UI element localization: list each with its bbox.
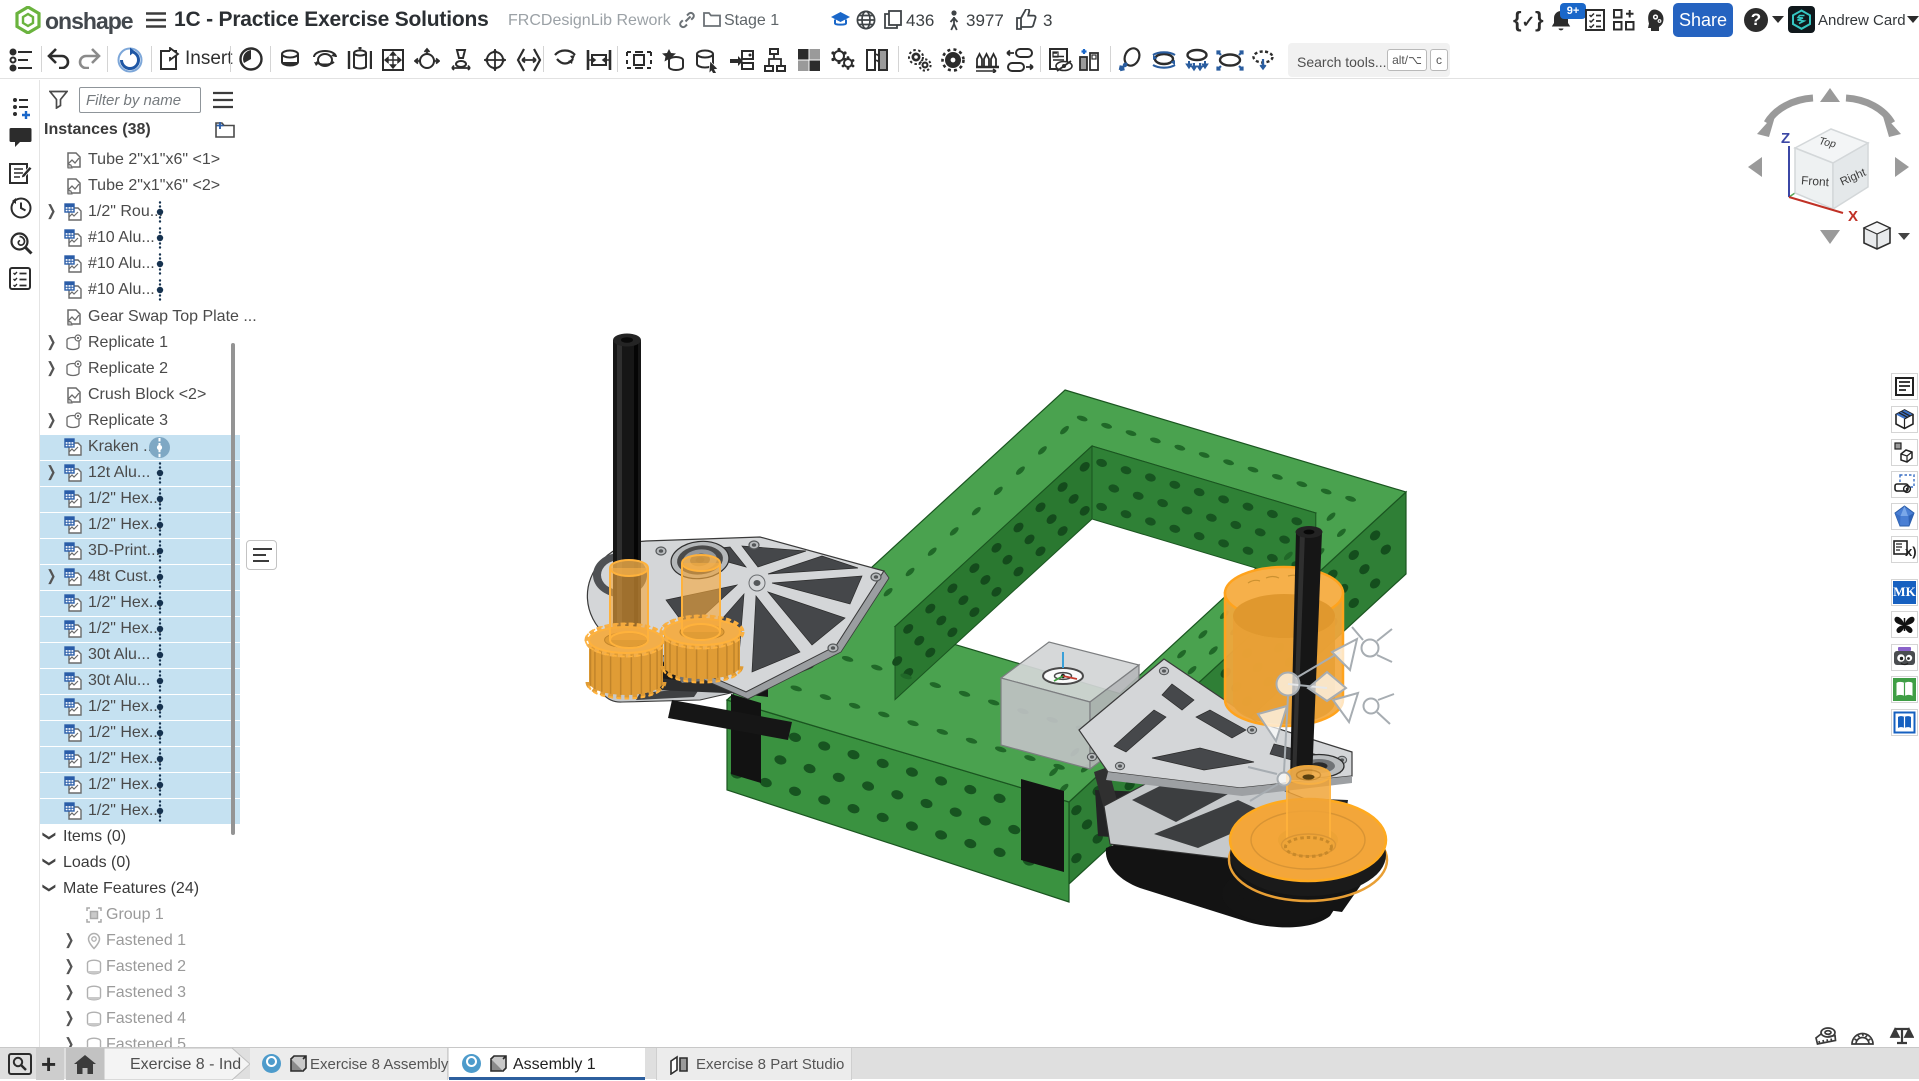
svg-text:X: X — [1848, 208, 1858, 225]
svg-text:Front: Front — [1801, 173, 1831, 189]
svg-text:Z: Z — [1781, 130, 1790, 147]
